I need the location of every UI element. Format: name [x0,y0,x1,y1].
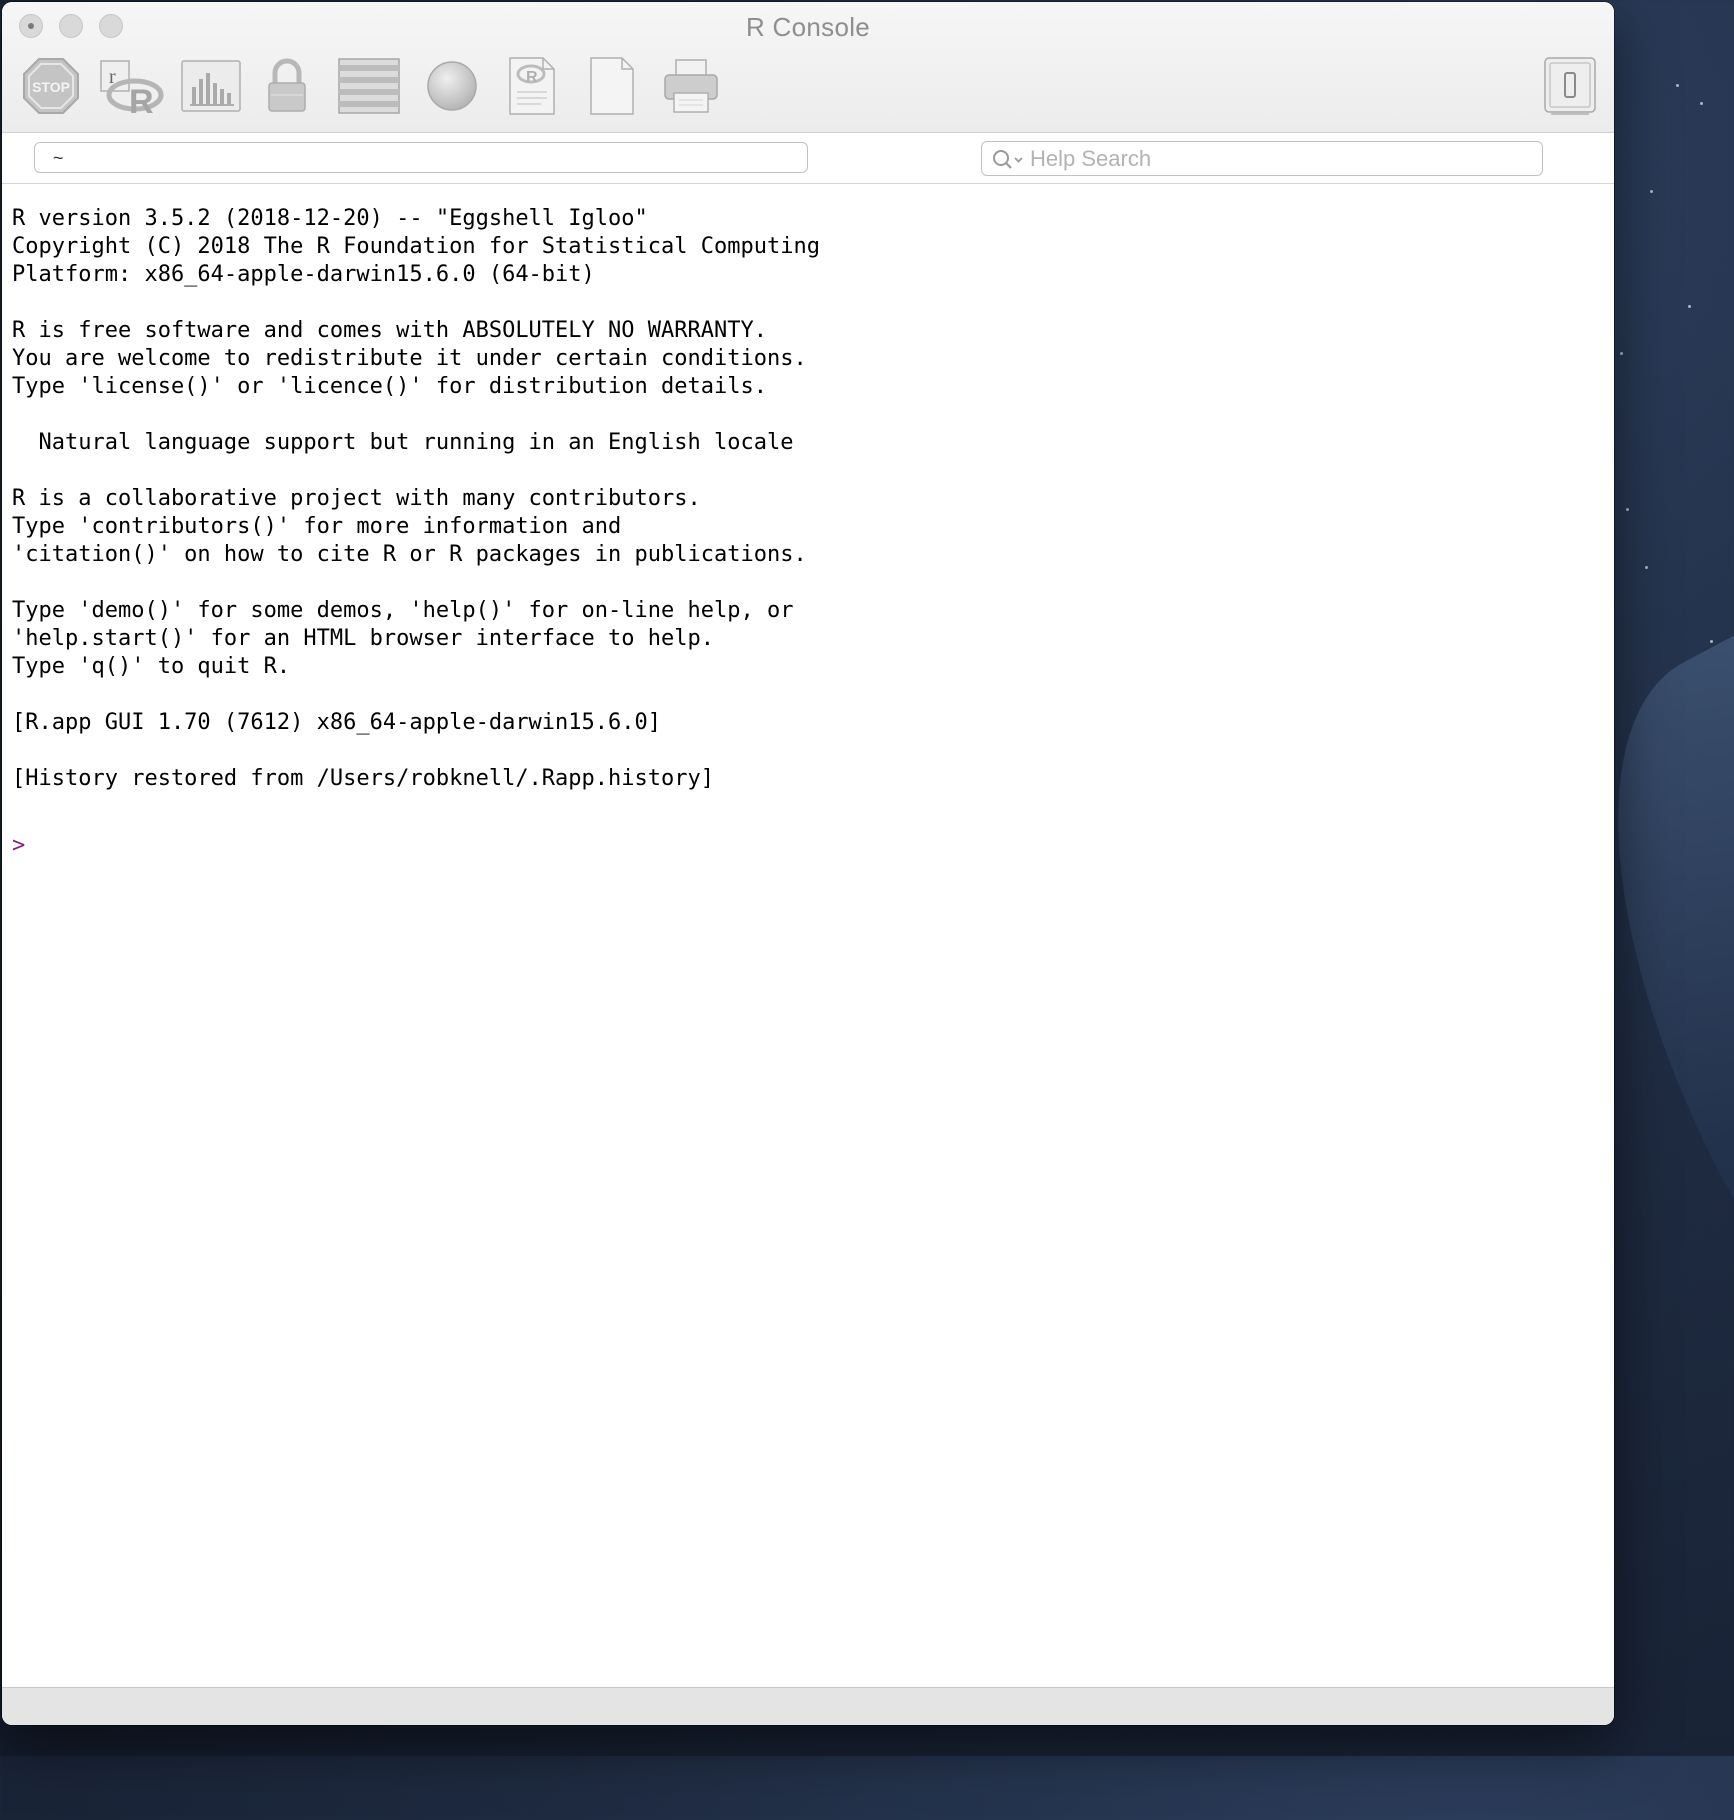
desktop-star [1626,508,1629,511]
desktop-star [1688,305,1691,308]
r-document-icon: R [509,57,555,115]
svg-text:R: R [526,69,538,86]
drawer-toggle-icon [1544,57,1596,115]
console-prompt[interactable]: > [12,832,25,860]
desktop-star [1700,102,1703,105]
new-document-icon [590,57,634,115]
circle-button[interactable] [420,54,484,118]
stop-button[interactable]: STOP [19,54,83,118]
drawer-toggle-button[interactable] [1538,54,1602,118]
data-editor-icon [338,58,400,114]
source-script-button[interactable]: r R [97,54,167,118]
circle-icon [427,61,477,111]
help-search-box[interactable] [981,141,1543,176]
desktop-star [1620,352,1623,355]
stop-icon: STOP [23,58,79,114]
print-button[interactable] [659,54,723,118]
r-document-button[interactable]: R [500,54,564,118]
source-r-script-icon: r R [100,60,164,115]
data-editor-button[interactable] [335,54,403,118]
svg-text:R: R [129,83,154,115]
titlebar: R Console STOP r R R [2,2,1614,133]
stop-label: STOP [32,79,70,95]
lock-button[interactable] [255,54,319,118]
quartz-graphics-icon [181,60,241,112]
r-console-window: R Console STOP r R R ~ Help Search R ver… [2,2,1614,1725]
new-document-button[interactable] [580,54,644,118]
desktop-star [1710,640,1713,643]
help-search-input[interactable] [1030,144,1530,173]
console-area[interactable]: R version 3.5.2 (2018-12-20) -- "Eggshel… [2,183,1614,1687]
status-bar [2,1687,1614,1725]
lock-icon [268,58,306,112]
quartz-device-button[interactable] [178,54,244,118]
working-directory-field[interactable]: ~ [34,142,808,173]
window-title: R Console [745,12,871,42]
desktop-star [1645,566,1648,569]
search-icon [993,150,1023,169]
print-icon [664,59,718,113]
desktop-star [1676,84,1679,87]
console-output: R version 3.5.2 (2018-12-20) -- "Eggshel… [12,206,820,791]
desktop-star [1650,190,1653,193]
